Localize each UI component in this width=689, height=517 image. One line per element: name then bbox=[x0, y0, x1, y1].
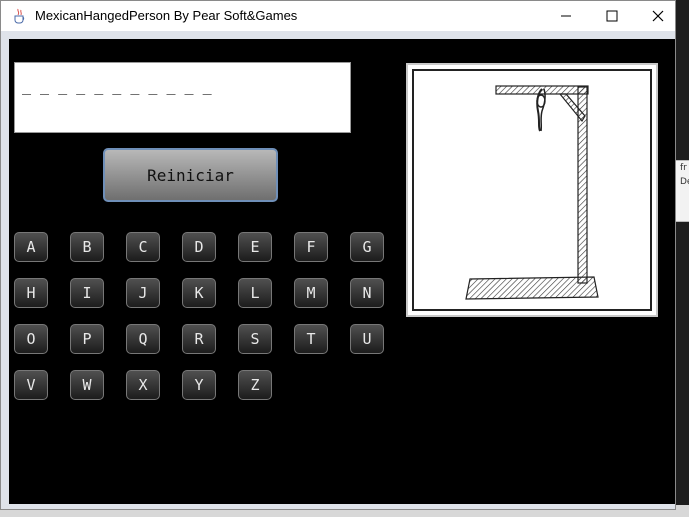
letter-key-t[interactable]: T bbox=[294, 324, 328, 354]
letter-key-z[interactable]: Z bbox=[238, 370, 272, 400]
background-window-strip: fr De bbox=[676, 160, 689, 222]
letter-key-p[interactable]: P bbox=[70, 324, 104, 354]
word-display-field: _ _ _ _ _ _ _ _ _ _ _ bbox=[14, 62, 351, 133]
background-text-2: De bbox=[680, 177, 689, 187]
letter-key-w[interactable]: W bbox=[70, 370, 104, 400]
window-title: MexicanHangedPerson By Pear Soft&Games bbox=[35, 8, 298, 23]
hidden-word-text: _ _ _ _ _ _ _ _ _ _ _ bbox=[22, 77, 212, 95]
letter-key-i[interactable]: I bbox=[70, 278, 104, 308]
letter-key-d[interactable]: D bbox=[182, 232, 216, 262]
letter-key-j[interactable]: J bbox=[126, 278, 160, 308]
maximize-icon bbox=[606, 7, 618, 26]
restart-button[interactable]: Reiniciar bbox=[103, 148, 278, 202]
letter-key-c[interactable]: C bbox=[126, 232, 160, 262]
title-bar[interactable]: MexicanHangedPerson By Pear Soft&Games bbox=[1, 1, 675, 31]
close-button[interactable] bbox=[635, 1, 681, 31]
close-icon bbox=[652, 7, 664, 26]
letter-key-g[interactable]: G bbox=[350, 232, 384, 262]
letter-key-n[interactable]: N bbox=[350, 278, 384, 308]
letter-key-e[interactable]: E bbox=[238, 232, 272, 262]
letter-key-m[interactable]: M bbox=[294, 278, 328, 308]
letter-key-f[interactable]: F bbox=[294, 232, 328, 262]
letter-key-o[interactable]: O bbox=[14, 324, 48, 354]
letter-key-k[interactable]: K bbox=[182, 278, 216, 308]
letter-key-q[interactable]: Q bbox=[126, 324, 160, 354]
background-text-1: fr bbox=[680, 163, 687, 173]
letter-key-u[interactable]: U bbox=[350, 324, 384, 354]
letter-key-x[interactable]: X bbox=[126, 370, 160, 400]
app-window: MexicanHangedPerson By Pear Soft&Games _… bbox=[0, 0, 676, 510]
letter-key-h[interactable]: H bbox=[14, 278, 48, 308]
game-panel: _ _ _ _ _ _ _ _ _ _ _ Reiniciar A B C D … bbox=[9, 39, 675, 504]
letter-key-v[interactable]: V bbox=[14, 370, 48, 400]
letter-key-s[interactable]: S bbox=[238, 324, 272, 354]
letter-key-l[interactable]: L bbox=[238, 278, 272, 308]
desktop-background bbox=[676, 0, 689, 517]
empty-gallows-drawing bbox=[412, 69, 652, 311]
minimize-button[interactable] bbox=[543, 1, 589, 31]
minimize-icon bbox=[560, 7, 572, 26]
maximize-button[interactable] bbox=[589, 1, 635, 31]
letter-key-b[interactable]: B bbox=[70, 232, 104, 262]
hangman-drawing-panel bbox=[406, 63, 658, 317]
letter-key-a[interactable]: A bbox=[14, 232, 48, 262]
letter-key-r[interactable]: R bbox=[182, 324, 216, 354]
letter-key-y[interactable]: Y bbox=[182, 370, 216, 400]
java-cup-icon bbox=[11, 7, 29, 25]
